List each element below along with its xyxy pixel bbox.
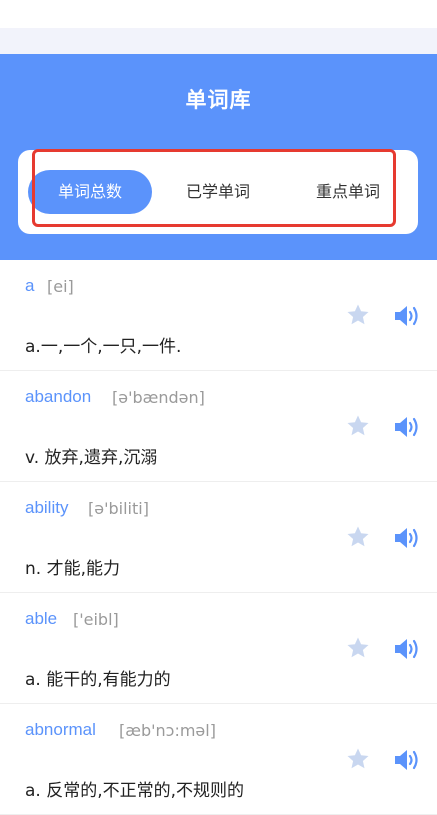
star-icon[interactable] [346,303,370,327]
speaker-icon[interactable] [393,747,421,773]
meaning-text: v. 放弃,遗弃,沉溺 [25,448,158,468]
word-text: a [25,276,35,295]
word-text: ability [25,498,69,517]
phonetic-text: [ə'biliti] [88,499,149,518]
star-icon[interactable] [346,636,370,660]
word-text: abandon [25,387,92,406]
phonetic-text: ['eibl] [73,610,119,629]
meaning-text: a.一,一个,一只,一件. [25,337,182,357]
speaker-icon[interactable] [393,414,421,440]
phonetic-text: [ei] [47,277,74,296]
meaning-text: a. 反常的,不正常的,不规则的 [25,781,245,801]
list-item[interactable]: able ['eibl] a. 能干的,有能力的 [0,593,437,704]
star-icon[interactable] [346,525,370,549]
word-text: able [25,609,58,628]
status-bar [0,0,437,28]
star-icon[interactable] [346,414,370,438]
phonetic-text: [ə'bændən] [112,388,205,407]
speaker-icon[interactable] [393,525,421,551]
list-item[interactable]: abnormal [æb'nɔ:məl] a. 反常的,不正常的,不规则的 [0,704,437,815]
meaning-text: n. 才能,能力 [25,559,120,579]
star-icon[interactable] [346,747,370,771]
list-item[interactable]: a [ei] a.一,一个,一只,一件. [0,260,437,371]
list-item[interactable]: ability [ə'biliti] n. 才能,能力 [0,482,437,593]
phonetic-text: [æb'nɔ:məl] [119,721,216,740]
page-title: 单词库 [185,88,252,112]
header-strip [0,28,437,54]
meaning-text: a. 能干的,有能力的 [25,670,171,690]
speaker-icon[interactable] [393,303,421,329]
word-list: a [ei] a.一,一个,一只,一件. abandon [ə'bændən] … [0,260,437,815]
word-text: abnormal [25,720,96,739]
speaker-icon[interactable] [393,636,421,662]
tab-bar-highlight-box [32,149,396,227]
list-item[interactable]: abandon [ə'bændən] v. 放弃,遗弃,沉溺 [0,371,437,482]
